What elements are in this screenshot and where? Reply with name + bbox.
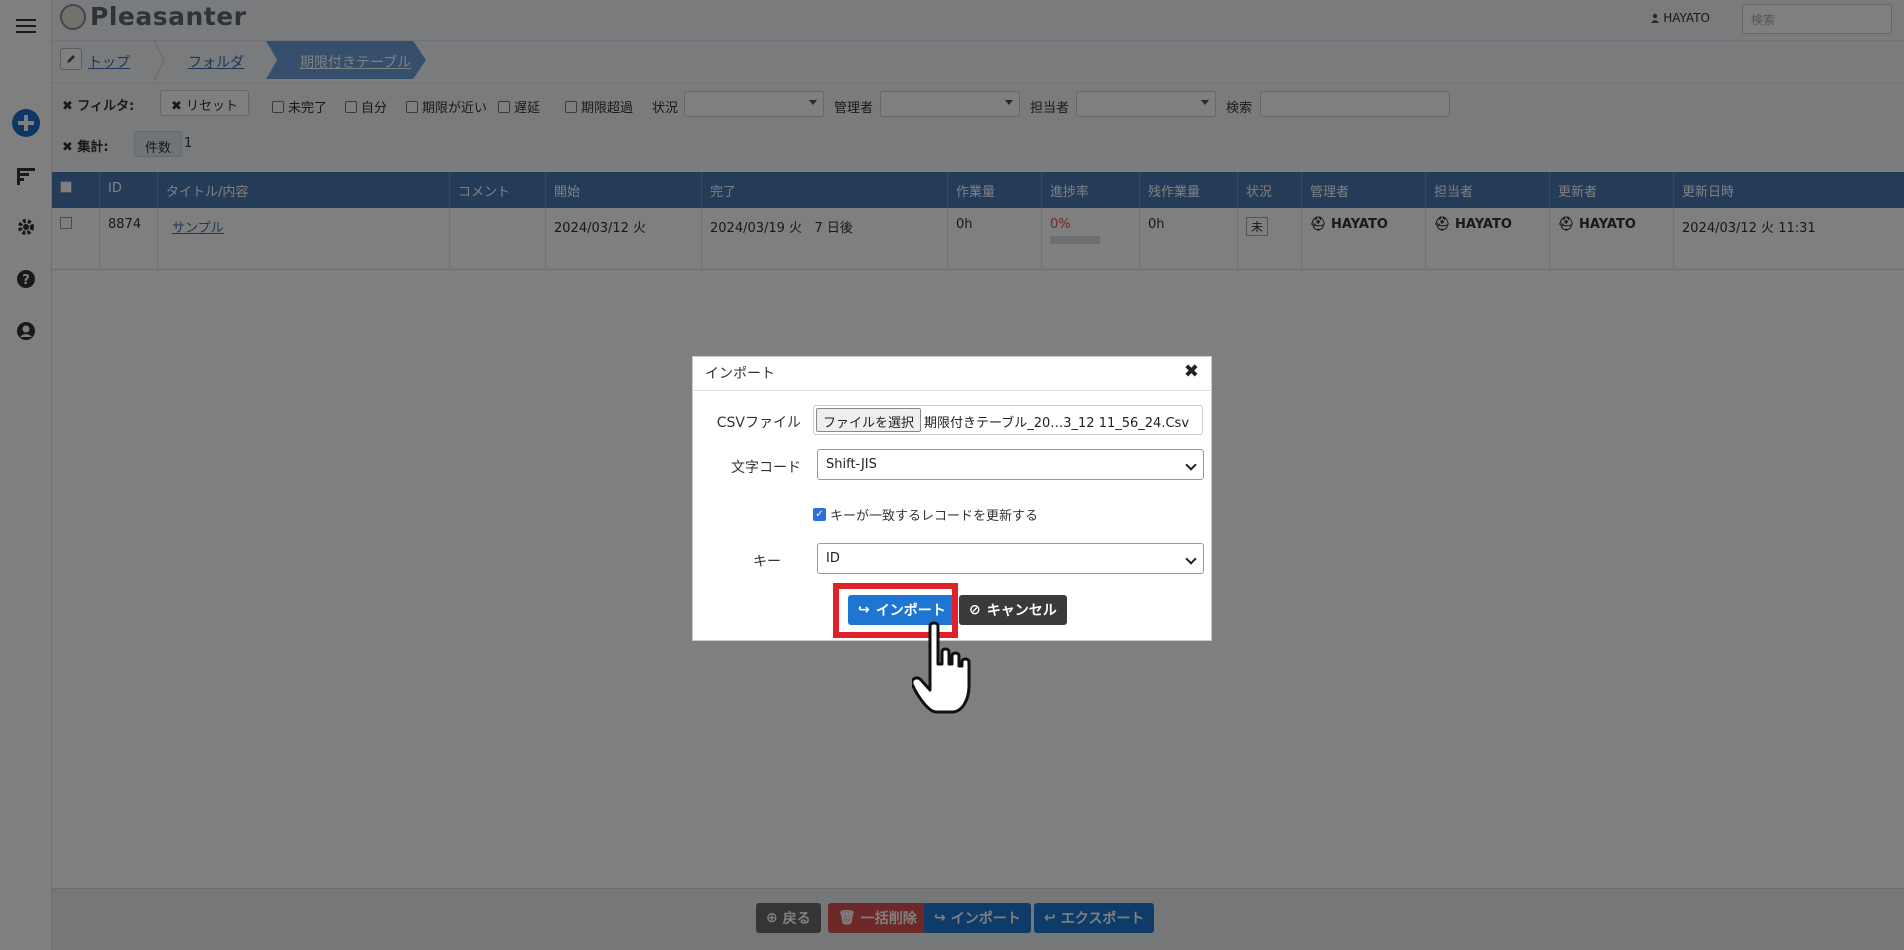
key-value: ID (826, 551, 840, 566)
choose-file-button[interactable]: ファイルを選択 (816, 408, 922, 432)
cancel-icon: ⊘ (969, 602, 981, 618)
hand-pointer-icon (912, 621, 971, 714)
key-label: キー (753, 554, 781, 570)
encoding-value: Shift-JIS (826, 457, 877, 472)
key-select[interactable]: ID (817, 543, 1204, 574)
checkbox-checked[interactable]: ✓ (813, 508, 826, 521)
chevron-down-icon (1185, 553, 1197, 565)
update-matching-key-checkbox[interactable]: ✓ キーが一致するレコードを更新する (813, 505, 1038, 524)
dialog-title: インポート (705, 366, 775, 382)
csv-file-input[interactable]: ファイルを選択 期限付きテーブル_20…3_12 11_56_24.Csv (813, 405, 1203, 435)
update-matching-key-label: キーが一致するレコードを更新する (830, 509, 1039, 524)
chevron-down-icon (1185, 459, 1197, 471)
dialog-divider (693, 390, 1211, 391)
encoding-label: 文字コード (731, 460, 801, 476)
selected-file-name: 期限付きテーブル_20…3_12 11_56_24.Csv (924, 416, 1190, 431)
csv-file-label: CSVファイル (716, 415, 801, 431)
encoding-select[interactable]: Shift-JIS (817, 449, 1204, 480)
cancel-button-label: キャンセル (986, 603, 1057, 619)
close-icon[interactable]: ✖ (1184, 361, 1199, 382)
